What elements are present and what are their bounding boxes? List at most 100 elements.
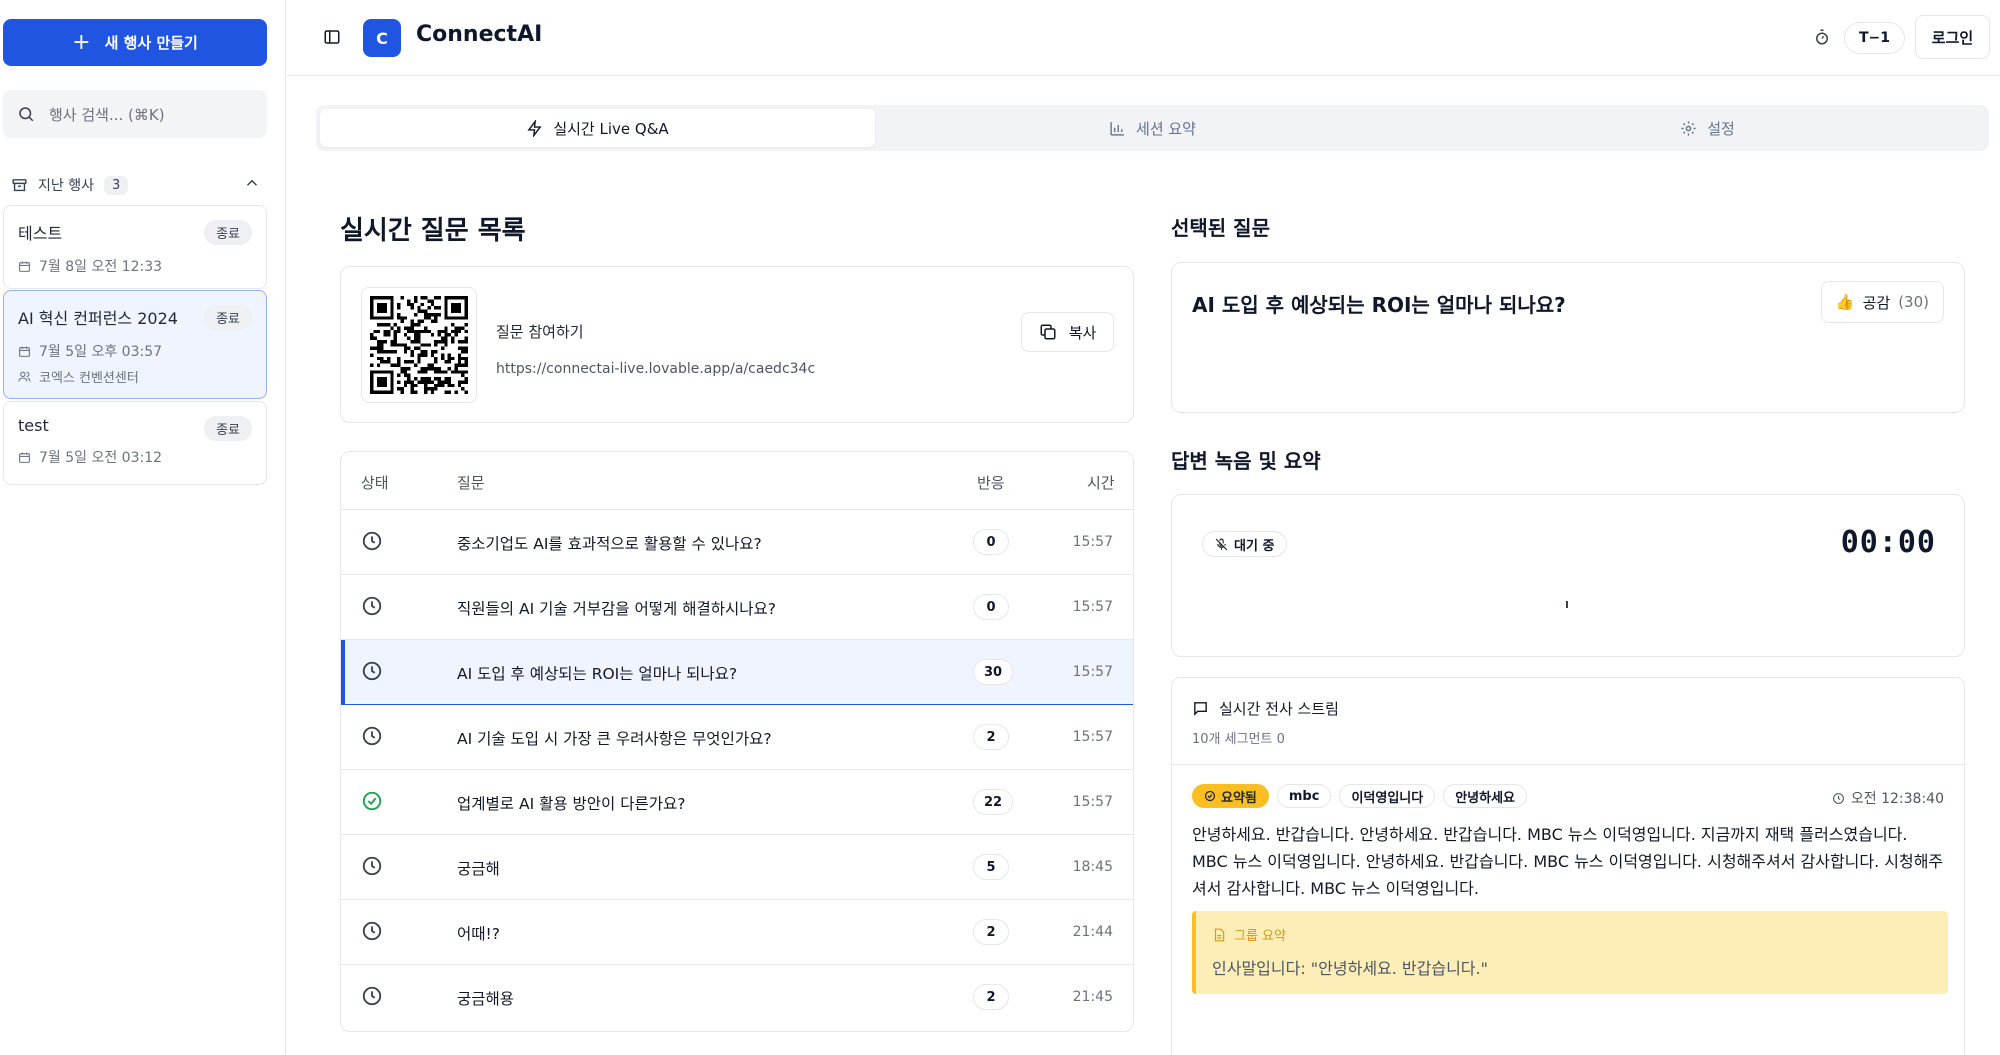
question-time: 15:57 (1072, 534, 1113, 550)
join-url[interactable]: https://connectai-live.lovable.app/a/cae… (496, 361, 815, 377)
main-tabs: 실시간 Live Q&A 세션 요약 설정 (316, 105, 1989, 151)
clock-icon (361, 530, 383, 556)
join-label: 질문 참여하기 (496, 323, 584, 341)
reaction-count: 30 (973, 659, 1014, 685)
search-placeholder: 행사 검색... (⌘K) (49, 105, 165, 124)
question-table: 상태 질문 반응 시간 중소기업도 AI를 효과적으로 활용할 수 있나요? 0 1… (340, 451, 1134, 1032)
table-row[interactable]: 궁금해용 2 21:45 (341, 965, 1133, 1030)
col-question: 질문 (457, 474, 485, 492)
summarized-badge: 요약됨 (1192, 784, 1269, 808)
transcript-title-text: 실시간 전사 스트림 (1219, 700, 1339, 718)
selected-question-card: AI 도입 후 예상되는 ROI는 얼마나 되나요? 👍 공감 (30) (1171, 262, 1965, 413)
past-events-header[interactable]: 지난 행사 3 (11, 172, 261, 198)
like-count: (30) (1898, 293, 1929, 311)
recording-heading: 답변 녹음 및 요약 (1171, 449, 1321, 473)
recording-status: 대기 중 (1234, 538, 1275, 554)
table-row[interactable]: 궁금해 5 18:45 (341, 835, 1133, 900)
question-text: AI 기술 도입 시 가장 큰 우려사항은 무엇인가요? (457, 730, 772, 748)
like-button[interactable]: 👍 공감 (30) (1820, 281, 1944, 323)
event-date: 7월 8일 오전 12:33 (18, 256, 252, 276)
qr-code-image (370, 296, 468, 394)
copy-icon (1040, 324, 1056, 340)
app-title: ConnectAI (416, 22, 543, 47)
plus-icon: + (72, 29, 91, 55)
table-body: 중소기업도 AI를 효과적으로 활용할 수 있나요? 0 15:57 직원들의 AI … (341, 510, 1133, 1030)
group-summary-title: 그룹 요약 (1212, 925, 1286, 944)
waveform-marker (1566, 601, 1568, 608)
clock-icon (361, 855, 383, 881)
event-date-text: 7월 5일 오전 03:12 (39, 450, 163, 466)
reaction-count: 2 (973, 919, 1009, 945)
clock-icon (1832, 792, 1844, 804)
copy-button[interactable]: 복사 (1021, 312, 1114, 352)
table-row[interactable]: AI 기술 도입 시 가장 큰 우려사항은 무엇인가요? 2 15:57 (341, 705, 1133, 770)
tab-label: 실시간 Live Q&A (553, 119, 669, 138)
col-reactions: 반응 (977, 474, 1005, 492)
check-circle-icon (1204, 790, 1216, 802)
selected-question-text: AI 도입 후 예상되는 ROI는 얼마나 되나요? (1192, 293, 1566, 317)
table-row[interactable]: 직원들의 AI 기술 거부감을 어떻게 해결하시나요? 0 15:57 (341, 575, 1133, 640)
like-label: 공감 (1862, 293, 1891, 312)
table-row[interactable]: 업계별로 AI 활용 방안이 다른가요? 22 15:57 (341, 770, 1133, 835)
group-summary: 그룹 요약 인사말입니다: "안녕하세요. 반갑습니다." (1192, 911, 1948, 994)
question-time: 18:45 (1072, 859, 1113, 875)
event-item[interactable]: 테스트 종료 7월 8일 오전 12:33 (3, 205, 267, 289)
question-text: 업계별로 AI 활용 방안이 다른가요? (457, 795, 686, 813)
segment-time-text: 오전 12:38:40 (1850, 791, 1944, 807)
clock-icon (361, 595, 383, 621)
table-row[interactable]: 어때!? 2 21:44 (341, 900, 1133, 965)
sidebar-toggle-icon[interactable] (323, 28, 341, 46)
thumbs-up-icon: 👍 (1835, 293, 1855, 311)
tab-live-qa[interactable]: 실시간 Live Q&A (320, 109, 875, 147)
app-logo: C (363, 19, 401, 57)
transcript-subtitle: 10개 세그먼트 0 (1192, 732, 1285, 747)
join-card: 질문 참여하기 https://connectai-live.lovable.a… (340, 266, 1134, 423)
question-time: 15:57 (1072, 794, 1113, 810)
chevron-up-icon[interactable] (243, 174, 261, 192)
transcript-text: 안녕하세요. 반갑습니다. 안녕하세요. 반갑습니다. MBC 뉴스 이덕영입니… (1192, 825, 1944, 898)
event-date: 7월 5일 오후 03:57 (18, 341, 252, 361)
calendar-icon (19, 261, 30, 272)
question-text: 중소기업도 AI를 효과적으로 활용할 수 있나요? (457, 535, 762, 553)
reaction-count: 5 (973, 854, 1009, 880)
tab-settings[interactable]: 설정 (1430, 109, 1985, 147)
copy-label: 복사 (1068, 323, 1097, 342)
transcript-title: 실시간 전사 스트림 (1192, 698, 1339, 719)
login-button[interactable]: 로그인 (1915, 15, 1990, 59)
gear-icon (1681, 120, 1696, 136)
archive-icon (12, 178, 27, 191)
keyword-chip: mbc (1276, 784, 1332, 808)
event-item[interactable]: test 종료 7월 5일 오전 03:12 (3, 401, 267, 485)
tab-label: 세션 요약 (1136, 119, 1196, 138)
question-text: 궁금해 (457, 860, 500, 878)
segment-time: 오전 12:38:40 (1832, 788, 1944, 808)
table-row[interactable]: 중소기업도 AI를 효과적으로 활용할 수 있나요? 0 15:57 (341, 510, 1133, 575)
clock-icon (361, 660, 383, 686)
timer-badge: T−1 (1844, 22, 1906, 54)
col-time: 시간 (1087, 474, 1115, 492)
recording-status-badge: 대기 중 (1202, 531, 1288, 557)
reaction-count: 2 (973, 724, 1009, 750)
question-time: 15:57 (1072, 664, 1113, 680)
message-icon (1194, 702, 1207, 716)
stopwatch-icon (1816, 29, 1828, 45)
event-location-text: 코엑스 컨벤션센터 (39, 371, 139, 386)
event-date-text: 7월 8일 오전 12:33 (39, 259, 163, 275)
event-date-text: 7월 5일 오후 03:57 (39, 344, 163, 360)
question-time: 15:57 (1072, 729, 1113, 745)
table-header: 상태 질문 반응 시간 (341, 452, 1133, 510)
table-row[interactable]: AI 도입 후 예상되는 ROI는 얼마나 되나요? 30 15:57 (341, 640, 1133, 705)
users-icon (18, 371, 31, 382)
document-icon (1214, 928, 1225, 941)
group-summary-label: 그룹 요약 (1234, 929, 1286, 944)
clock-icon (361, 920, 383, 946)
event-location: 코엑스 컨벤션센터 (18, 367, 252, 386)
tab-session-summary[interactable]: 세션 요약 (875, 109, 1430, 147)
bar-chart-icon (1110, 121, 1124, 136)
event-item[interactable]: AI 혁신 컨퍼런스 2024 종료 7월 5일 오후 03:57 코엑스 컨벤… (3, 290, 267, 399)
clock-icon (361, 985, 383, 1011)
new-event-button[interactable]: + 새 행사 만들기 (3, 19, 267, 66)
event-search-input[interactable]: 행사 검색... (⌘K) (3, 90, 267, 138)
past-events-count: 3 (103, 175, 129, 195)
lightning-icon (527, 119, 542, 137)
